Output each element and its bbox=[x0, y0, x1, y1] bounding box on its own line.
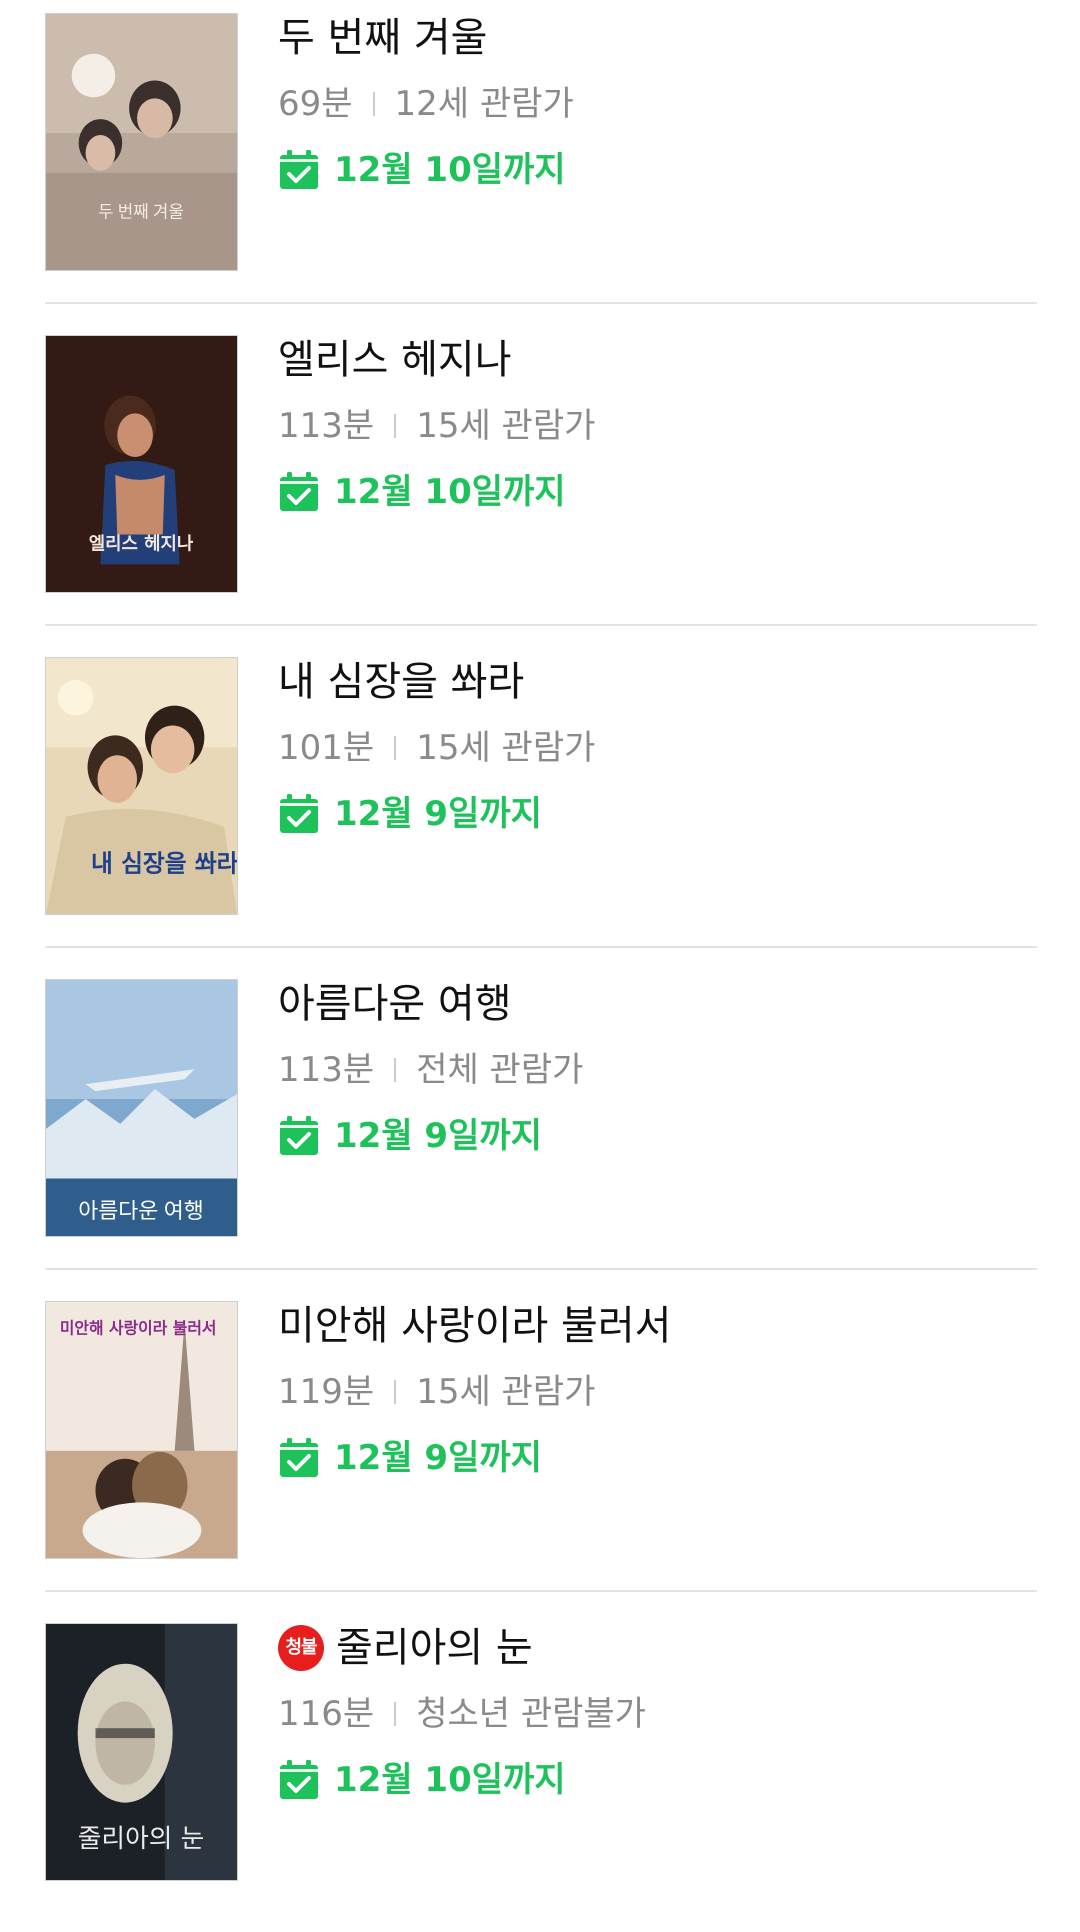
movie-list: 두 번째 겨울 두 번째 겨울 69분 12세 관람가 12월 10일까지 엘리… bbox=[0, 0, 1080, 1893]
movie-item[interactable]: 아름다운 여행 아름다운 여행 113분 전체 관람가 12월 9일까지 bbox=[0, 966, 1080, 1288]
movie-rating: 15세 관람가 bbox=[416, 1372, 596, 1412]
movie-runtime: 119분 bbox=[278, 1372, 375, 1412]
movie-title[interactable]: 내 심장을 쏴라 bbox=[278, 658, 524, 706]
movie-item[interactable]: 미안해 사랑이라 불러서 미안해 사랑이라 불러서 119분 15세 관람가 1… bbox=[0, 1288, 1080, 1610]
movie-title-text[interactable]: 두 번째 겨울 bbox=[278, 14, 487, 62]
poster-title-text: 엘리스 헤지나 bbox=[89, 533, 194, 554]
availability: 12월 10일까지 bbox=[278, 148, 566, 192]
availability-text: 12월 10일까지 bbox=[334, 1760, 566, 1800]
movie-meta: 113분 15세 관람가 bbox=[278, 404, 595, 448]
movie-item[interactable]: 줄리아의 눈 청불 줄리아의 눈 116분 청소년 관람불가 12월 10일까지 bbox=[0, 1610, 1080, 1932]
divider bbox=[45, 946, 1037, 948]
divider bbox=[45, 624, 1037, 626]
movie-title-text[interactable]: 엘리스 헤지나 bbox=[278, 336, 512, 384]
movie-title[interactable]: 두 번째 겨울 bbox=[278, 14, 487, 62]
meta-separator bbox=[394, 736, 397, 760]
availability: 12월 9일까지 bbox=[278, 1436, 542, 1480]
movie-runtime: 69분 bbox=[278, 84, 353, 124]
availability-text: 12월 9일까지 bbox=[334, 794, 542, 834]
movie-title-text[interactable]: 미안해 사랑이라 불러서 bbox=[278, 1302, 671, 1350]
calendar-check-icon bbox=[278, 1759, 320, 1801]
poster-title-text: 내 심장을 쏴라 bbox=[91, 849, 237, 877]
movie-poster[interactable]: 줄리아의 눈 bbox=[45, 1623, 238, 1881]
availability-text: 12월 10일까지 bbox=[334, 150, 566, 190]
movie-rating: 전체 관람가 bbox=[416, 1050, 584, 1090]
meta-separator bbox=[394, 1058, 397, 1082]
movie-title-text[interactable]: 내 심장을 쏴라 bbox=[278, 658, 524, 706]
meta-separator bbox=[394, 1380, 397, 1404]
movie-poster[interactable]: 엘리스 헤지나 bbox=[45, 335, 238, 593]
movie-meta: 69분 12세 관람가 bbox=[278, 82, 574, 126]
poster-title-text: 줄리아의 눈 bbox=[78, 1824, 204, 1854]
availability-text: 12월 10일까지 bbox=[334, 472, 566, 512]
movie-item[interactable]: 두 번째 겨울 두 번째 겨울 69분 12세 관람가 12월 10일까지 bbox=[0, 0, 1080, 322]
movie-item[interactable]: 내 심장을 쏴라 내 심장을 쏴라 101분 15세 관람가 12월 9일까지 bbox=[0, 644, 1080, 966]
movie-item[interactable]: 엘리스 헤지나 엘리스 헤지나 113분 15세 관람가 12월 10일까지 bbox=[0, 322, 1080, 644]
movie-runtime: 116분 bbox=[278, 1694, 375, 1734]
movie-poster[interactable]: 미안해 사랑이라 불러서 bbox=[45, 1301, 238, 1559]
movie-title[interactable]: 아름다운 여행 bbox=[278, 980, 512, 1028]
movie-poster[interactable]: 내 심장을 쏴라 bbox=[45, 657, 238, 915]
calendar-check-icon bbox=[278, 793, 320, 835]
divider bbox=[45, 302, 1037, 304]
movie-meta: 101분 15세 관람가 bbox=[278, 726, 595, 770]
calendar-check-icon bbox=[278, 471, 320, 513]
movie-runtime: 113분 bbox=[278, 1050, 375, 1090]
meta-separator bbox=[394, 414, 397, 438]
poster-title-text: 미안해 사랑이라 불러서 bbox=[60, 1319, 217, 1338]
calendar-check-icon bbox=[278, 1437, 320, 1479]
movie-title[interactable]: 엘리스 헤지나 bbox=[278, 336, 512, 384]
movie-title[interactable]: 미안해 사랑이라 불러서 bbox=[278, 1302, 671, 1350]
poster-title-text: 아름다운 여행 bbox=[78, 1199, 204, 1223]
movie-title-text[interactable]: 아름다운 여행 bbox=[278, 980, 512, 1028]
availability: 12월 9일까지 bbox=[278, 792, 542, 836]
movie-meta: 116분 청소년 관람불가 bbox=[278, 1692, 646, 1736]
movie-poster[interactable]: 두 번째 겨울 bbox=[45, 13, 238, 271]
movie-title[interactable]: 청불 줄리아의 눈 bbox=[278, 1624, 533, 1672]
movie-rating: 15세 관람가 bbox=[416, 728, 596, 768]
movie-rating: 청소년 관람불가 bbox=[416, 1694, 646, 1734]
availability: 12월 9일까지 bbox=[278, 1114, 542, 1158]
meta-separator bbox=[394, 1702, 397, 1726]
divider bbox=[45, 1590, 1037, 1592]
movie-rating: 12세 관람가 bbox=[394, 84, 574, 124]
availability-text: 12월 9일까지 bbox=[334, 1438, 542, 1478]
movie-poster[interactable]: 아름다운 여행 bbox=[45, 979, 238, 1237]
availability: 12월 10일까지 bbox=[278, 470, 566, 514]
divider bbox=[45, 1268, 1037, 1270]
meta-separator bbox=[372, 92, 375, 116]
movie-meta: 113분 전체 관람가 bbox=[278, 1048, 583, 1092]
calendar-check-icon bbox=[278, 1115, 320, 1157]
availability: 12월 10일까지 bbox=[278, 1758, 566, 1802]
restricted-rating-badge: 청불 bbox=[278, 1625, 324, 1671]
calendar-check-icon bbox=[278, 149, 320, 191]
movie-title-text[interactable]: 줄리아의 눈 bbox=[336, 1624, 533, 1672]
movie-runtime: 113분 bbox=[278, 406, 375, 446]
movie-runtime: 101분 bbox=[278, 728, 375, 768]
availability-text: 12월 9일까지 bbox=[334, 1116, 542, 1156]
movie-meta: 119분 15세 관람가 bbox=[278, 1370, 595, 1414]
movie-rating: 15세 관람가 bbox=[416, 406, 596, 446]
poster-title-text: 두 번째 겨울 bbox=[98, 202, 184, 221]
